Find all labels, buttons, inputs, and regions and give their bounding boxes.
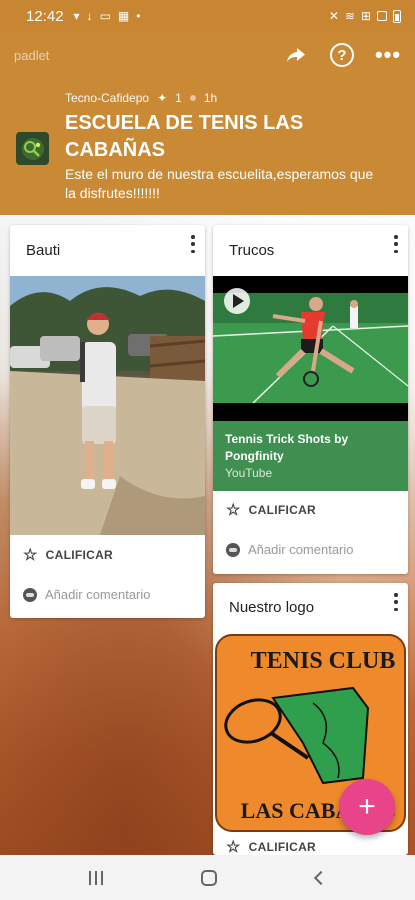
header-toolbar: padlet ? ••• [0, 32, 415, 78]
more-notifs-dot: • [136, 9, 141, 23]
logo-text-top: TENIS CLUB [251, 648, 396, 674]
system-icons: ✕ ≋ ⊞ [329, 9, 401, 23]
post-card-bauti[interactable]: Bauti ☆ CALIFICAR Añadir comentario [10, 225, 205, 618]
meta-separator [189, 95, 196, 101]
padlet-logo [16, 132, 49, 165]
qr-icon: ▦ [117, 9, 130, 23]
post-menu-icon[interactable] [189, 235, 197, 253]
download-icon: ↓ [86, 9, 93, 23]
help-icon[interactable]: ? [329, 42, 355, 68]
post-title: Nuestro logo [229, 599, 315, 616]
video-thumbnail[interactable] [213, 276, 408, 421]
cast-icon: ▭ [99, 9, 111, 23]
post-menu-icon[interactable] [392, 593, 400, 611]
home-icon[interactable] [201, 869, 218, 886]
rate-label: CALIFICAR [248, 840, 317, 854]
heart-icon: ✦ [157, 91, 168, 105]
page-title: ESCUELA DE TENIS LAS CABAÑAS [65, 112, 304, 161]
status-bar: 12:42 ▾ ↓ ▭ ▦ • ✕ ≋ ⊞ [0, 0, 415, 32]
recent-apps-icon[interactable] [89, 870, 104, 885]
padlet-header: padlet ? ••• Tecno-Cafidepo ✦ 1 1h ESCUE… [0, 32, 415, 215]
status-time: 12:42 [26, 7, 64, 25]
add-post-button[interactable]: + [339, 779, 395, 835]
star-icon: ☆ [226, 839, 241, 855]
video-title: Tennis Trick Shots by Pongfinity [225, 432, 349, 463]
video-source: YouTube [225, 466, 273, 480]
header-actions: ? ••• [283, 42, 401, 68]
rate-label: CALIFICAR [45, 548, 114, 562]
rate-button[interactable]: ☆ CALIFICAR [226, 500, 316, 520]
add-comment-field[interactable]: Añadir comentario [226, 542, 354, 557]
padlet-brand[interactable]: padlet [14, 48, 49, 63]
notification-icon: ▾ [73, 9, 80, 23]
star-icon: ☆ [23, 547, 38, 564]
user-avatar-icon [226, 542, 240, 557]
system-navbar [0, 855, 415, 900]
post-card-trucos[interactable]: Trucos Tennis Trick Shots by Pongfinity … [213, 225, 408, 574]
mute-icon: ✕ [328, 9, 339, 23]
rate-button[interactable]: ☆ CALIFICAR [23, 545, 113, 565]
comment-placeholder: Añadir comentario [248, 542, 354, 557]
page-description: Este el muro de nuestra escuelita,espera… [65, 166, 374, 201]
battery-icon [393, 9, 401, 23]
volte-icon: ⊞ [360, 9, 371, 23]
help-glyph: ? [330, 43, 354, 67]
post-title: Trucos [229, 242, 275, 259]
rate-label: CALIFICAR [248, 503, 317, 517]
back-icon[interactable] [313, 870, 328, 885]
more-icon[interactable]: ••• [375, 42, 401, 68]
wifi-icon: ≋ [344, 9, 355, 23]
notification-icons: ▾ ↓ ▭ ▦ • [74, 9, 141, 23]
add-comment-field[interactable]: Añadir comentario [23, 587, 151, 602]
user-avatar-icon [23, 587, 37, 602]
rate-button[interactable]: ☆ CALIFICAR [226, 837, 316, 855]
video-info[interactable]: Tennis Trick Shots by Pongfinity YouTube [213, 421, 408, 491]
comment-placeholder: Añadir comentario [45, 587, 151, 602]
post-menu-icon[interactable] [392, 235, 400, 253]
post-photo[interactable] [10, 276, 205, 535]
post-meta: Tecno-Cafidepo ✦ 1 1h [65, 91, 217, 105]
share-icon[interactable] [283, 42, 309, 68]
post-title: Bauti [26, 242, 61, 259]
post-age: 1h [203, 91, 218, 105]
likes-count: 1 [175, 91, 182, 105]
author-name[interactable]: Tecno-Cafidepo [65, 91, 149, 105]
signal-icon [377, 11, 387, 21]
star-icon: ☆ [226, 502, 241, 519]
